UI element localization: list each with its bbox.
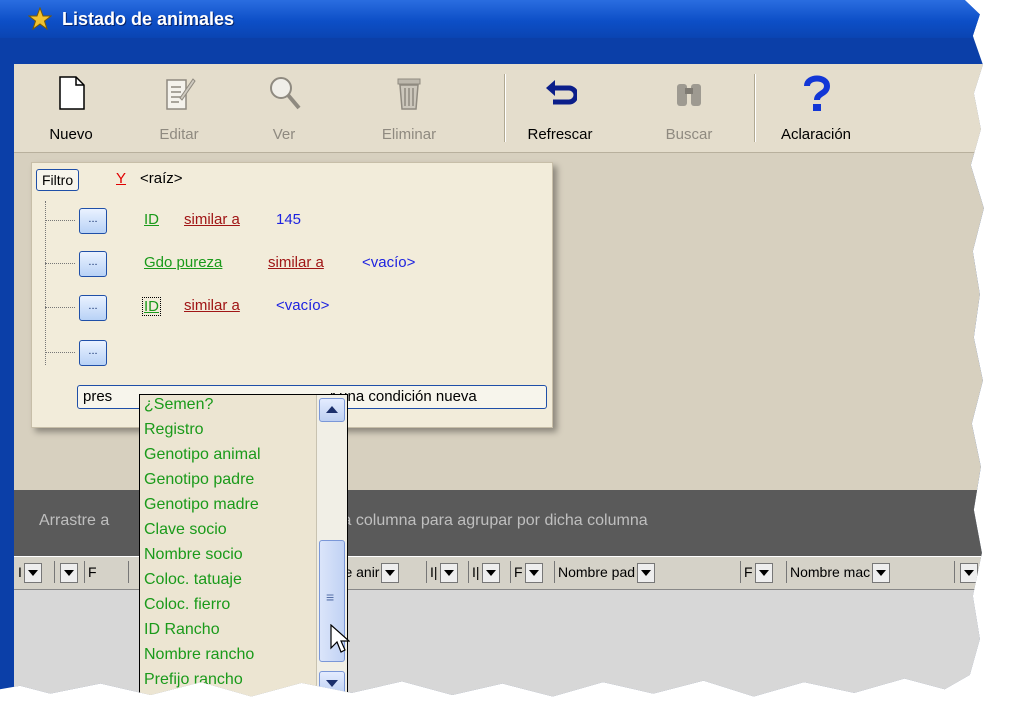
field-option[interactable]: Genotipo madre bbox=[144, 496, 259, 514]
column-header[interactable] bbox=[958, 561, 984, 583]
condition-operator[interactable]: similar a bbox=[268, 254, 324, 271]
column-header-label: Nombre pad bbox=[558, 564, 636, 580]
column-header-label: Nombre mac bbox=[790, 564, 871, 580]
column-filter-dropdown[interactable] bbox=[872, 563, 891, 583]
column-filter-dropdown[interactable] bbox=[637, 563, 656, 583]
group-hint-start: Arrastre a bbox=[39, 512, 110, 529]
condition-value[interactable]: 145 bbox=[276, 211, 301, 228]
group-hint-end: la columna para agrupar por dicha column… bbox=[339, 512, 648, 529]
window-title: Listado de animales bbox=[62, 9, 235, 29]
column-filter-dropdown[interactable] bbox=[754, 563, 773, 583]
column-header[interactable]: Nombre pad bbox=[558, 561, 741, 583]
toolbar-separator bbox=[754, 74, 756, 142]
help-button-label: Aclaración bbox=[780, 126, 852, 143]
search-button[interactable]: Buscar bbox=[654, 70, 724, 150]
condition-operator[interactable]: similar a bbox=[184, 297, 240, 314]
help-button[interactable]: Aclaración bbox=[766, 70, 866, 150]
field-option[interactable]: ¿Semen? bbox=[144, 396, 213, 414]
field-dropdown-list[interactable]: ¿Semen? Registro Genotipo animal Genotip… bbox=[139, 394, 348, 697]
condition-value[interactable]: <vacío> bbox=[276, 297, 329, 314]
refresh-icon bbox=[546, 80, 577, 105]
app-window: Listado de animales Nuevo Editar Ver Eli… bbox=[0, 0, 984, 697]
column-filter-dropdown[interactable] bbox=[439, 563, 458, 583]
column-header-label: F bbox=[88, 564, 97, 580]
condition-menu-button[interactable]: ... bbox=[79, 251, 107, 277]
field-option[interactable]: Coloc. tatuaje bbox=[144, 571, 242, 589]
add-condition-label-start: pres bbox=[83, 388, 113, 405]
field-option[interactable]: Registro bbox=[144, 421, 204, 439]
toolbar-separator bbox=[504, 74, 506, 142]
column-header[interactable]: Nombre mac bbox=[790, 561, 955, 583]
filter-panel: Filtro Y <raíz> ... ID similar a 145 ...… bbox=[31, 162, 553, 428]
column-header-label: F bbox=[744, 564, 753, 580]
column-header-label: I| bbox=[472, 564, 480, 580]
tree-line bbox=[45, 201, 46, 365]
edit-document-icon bbox=[166, 78, 196, 110]
column-header[interactable]: F bbox=[514, 561, 555, 583]
view-button-label: Ver bbox=[272, 126, 296, 143]
binoculars-icon bbox=[677, 84, 701, 106]
trash-can-icon bbox=[397, 78, 421, 110]
column-header[interactable]: I| bbox=[430, 561, 469, 583]
edit-button-label: Editar bbox=[159, 126, 199, 143]
add-condition-menu-button[interactable]: ... bbox=[79, 340, 107, 366]
scroll-up-icon[interactable] bbox=[319, 398, 345, 422]
column-header[interactable]: F bbox=[744, 561, 787, 583]
new-button[interactable]: Nuevo bbox=[36, 70, 106, 150]
filter-button[interactable]: Filtro bbox=[36, 169, 80, 191]
search-button-label: Buscar bbox=[665, 126, 713, 143]
condition-field[interactable]: ID bbox=[144, 211, 159, 228]
condition-menu-button[interactable]: ... bbox=[79, 208, 107, 234]
field-option[interactable]: Genotipo padre bbox=[144, 471, 254, 489]
edit-button[interactable]: Editar bbox=[144, 70, 214, 150]
condition-field[interactable]: Gdo pureza bbox=[144, 254, 222, 271]
column-header[interactable]: F bbox=[88, 561, 129, 583]
field-option[interactable]: Nombre socio bbox=[144, 546, 243, 564]
refresh-button[interactable]: Refrescar bbox=[514, 70, 606, 150]
view-button[interactable]: Ver bbox=[254, 70, 314, 150]
field-option[interactable]: Genotipo animal bbox=[144, 446, 261, 464]
condition-field-active[interactable]: ID bbox=[142, 297, 161, 316]
tree-line bbox=[45, 307, 75, 308]
field-option[interactable]: Clave socio bbox=[144, 521, 227, 539]
star-icon bbox=[28, 7, 52, 31]
question-mark-icon bbox=[804, 75, 831, 111]
title-bar[interactable]: Listado de animales bbox=[0, 0, 984, 38]
tree-line bbox=[45, 352, 75, 353]
root-node-label: <raíz> bbox=[140, 170, 183, 187]
field-option[interactable]: Prefijo rancho bbox=[144, 671, 243, 689]
refresh-button-label: Refrescar bbox=[527, 126, 593, 143]
column-filter-dropdown[interactable] bbox=[60, 563, 78, 583]
column-header-label: I bbox=[18, 564, 22, 580]
new-button-label: Nuevo bbox=[49, 126, 93, 143]
condition-operator[interactable]: similar a bbox=[184, 211, 240, 228]
column-header[interactable]: I bbox=[18, 561, 55, 583]
client-area: Nuevo Editar Ver Eliminar Refrescar Busc… bbox=[14, 64, 984, 697]
column-header[interactable] bbox=[58, 561, 85, 583]
logic-operator[interactable]: Y bbox=[116, 170, 126, 187]
column-header-label: F bbox=[514, 564, 523, 580]
new-document-icon bbox=[59, 76, 85, 110]
magnifier-icon bbox=[270, 77, 301, 110]
condition-menu-button[interactable]: ... bbox=[79, 295, 107, 321]
column-filter-dropdown[interactable] bbox=[381, 563, 400, 583]
column-header-label: I| bbox=[430, 564, 438, 580]
field-option[interactable]: Coloc. fierro bbox=[144, 596, 230, 614]
column-filter-dropdown[interactable] bbox=[524, 563, 543, 583]
add-condition-label-end: r una condición nueva bbox=[330, 388, 477, 405]
tree-line bbox=[45, 263, 75, 264]
delete-button-label: Eliminar bbox=[381, 126, 437, 143]
column-filter-dropdown[interactable] bbox=[481, 563, 500, 583]
toolbar: Nuevo Editar Ver Eliminar Refrescar Busc… bbox=[14, 64, 984, 153]
condition-value[interactable]: <vacío> bbox=[362, 254, 415, 271]
scroll-down-icon[interactable] bbox=[319, 671, 345, 695]
field-option[interactable]: ID Rancho bbox=[144, 621, 220, 639]
column-filter-dropdown[interactable] bbox=[23, 563, 42, 583]
column-header[interactable]: I| bbox=[472, 561, 511, 583]
mouse-cursor-icon bbox=[330, 624, 350, 653]
tree-line bbox=[45, 220, 75, 221]
delete-button[interactable]: Eliminar bbox=[369, 70, 449, 150]
column-filter-dropdown[interactable] bbox=[960, 563, 978, 583]
field-option[interactable]: Nombre rancho bbox=[144, 646, 254, 664]
